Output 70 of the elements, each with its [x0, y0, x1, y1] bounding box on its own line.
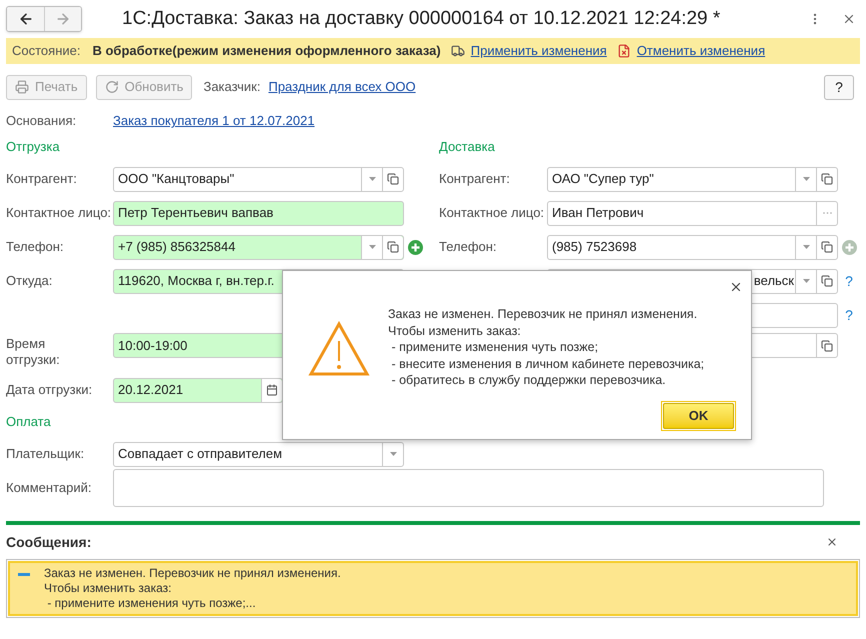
dialog-text: - обратитесь в службу поддержки перевозчика.: [390, 372, 667, 388]
caret-icon: [390, 452, 396, 456]
field-label: Контрагент:: [6, 171, 77, 186]
ok-button[interactable]: OK: [663, 403, 734, 429]
open-button[interactable]: [382, 236, 403, 258]
window-title: 1С:Доставка: Заказ на доставку 000000164 от 10.12.2021 12:24:29 *: [122, 6, 720, 31]
copy-icon: [387, 241, 399, 253]
action-link[interactable]: Отменить изменения: [636, 41, 766, 61]
copy-icon: [387, 173, 399, 185]
basis-link[interactable]: Заказ покупателя 1 от 12.07.2021: [113, 111, 315, 131]
input-field[interactable]: Совпадает с отправителем: [113, 442, 404, 466]
field-label: Контрагент:: [439, 171, 510, 186]
close-icon[interactable]: [729, 280, 743, 294]
customer-link[interactable]: Праздник для всех ООО: [268, 77, 416, 97]
section-heading: Оплата: [6, 413, 51, 432]
help-button[interactable]: ?: [824, 74, 854, 100]
field-label: Время отгрузки:: [6, 336, 61, 368]
caret-icon: [802, 245, 810, 249]
section-heading: Отгрузка: [6, 138, 60, 156]
close-icon[interactable]: [826, 536, 838, 548]
action-link[interactable]: Применить изменения: [470, 41, 607, 61]
field-label: Контактное лицо:: [6, 205, 112, 220]
field-label: Плательщик:: [6, 446, 84, 461]
customer-label: Заказчик:: [203, 78, 260, 96]
caret-icon: [368, 177, 376, 181]
copy-icon: [821, 340, 833, 352]
calendar-icon: [266, 384, 278, 396]
copy-icon: [821, 275, 833, 287]
back-button[interactable]: [7, 7, 44, 31]
copy-icon: [821, 173, 833, 185]
minus-icon: [18, 573, 30, 576]
plus-icon[interactable]: [408, 240, 422, 254]
input-field[interactable]: Петр Терентьевич вапвав: [113, 200, 404, 226]
input-field[interactable]: Иван Петрович: [547, 200, 838, 226]
messages-title: Сообщения:: [6, 532, 92, 552]
field-label: Откуда:: [6, 273, 52, 288]
input-field[interactable]: (985) 7523698: [547, 234, 838, 260]
field-label: Дата отгрузки:: [6, 382, 92, 397]
message-line: Чтобы изменить заказ:: [44, 581, 172, 596]
truck-icon: [450, 44, 465, 58]
message-line: - примените изменения чуть позже;...: [46, 596, 257, 611]
field-label: Контактное лицо:: [439, 205, 544, 220]
copy-icon: [821, 241, 833, 253]
field-label: Комментарий:: [6, 480, 92, 495]
dialog-text: - внесите изменения в личном кабинете перевозчика;: [390, 356, 704, 372]
field-label: Телефон:: [6, 239, 64, 254]
status-label: Состояние:: [12, 42, 80, 60]
input-field[interactable]: 20.12.2021: [113, 378, 283, 402]
field-label: Телефон:: [439, 239, 497, 254]
section-heading: Доставка: [439, 138, 495, 156]
input-field[interactable]: +7 (985) 856325844: [113, 234, 404, 260]
refresh-icon: [104, 80, 119, 94]
caret-icon: [802, 177, 810, 181]
printer-icon: [15, 80, 29, 94]
input-field[interactable]: ООО "Канцтовары": [113, 166, 404, 192]
caret-icon: [368, 245, 376, 249]
status-value: В обработке(режим изменения оформленного заказа): [92, 42, 441, 60]
dialog-text: Заказ не изменен. Перевозчик не принял изменения.: [388, 306, 698, 322]
close-icon[interactable]: [842, 12, 856, 26]
caret-icon: [802, 279, 810, 283]
arrow-right-icon: [55, 11, 71, 27]
message-line: Заказ не изменен. Перевозчик не принял изменения.: [44, 566, 341, 581]
warning-icon: [308, 321, 370, 377]
calendar-button[interactable]: [261, 378, 282, 402]
comment-field[interactable]: [113, 469, 824, 507]
document-cross-icon: [616, 44, 631, 58]
help-link[interactable]: ?: [845, 270, 853, 292]
basis-label: Основания:: [6, 112, 78, 130]
input-field[interactable]: ОАО "Супер тур": [547, 166, 838, 192]
help-link[interactable]: ?: [845, 304, 853, 326]
